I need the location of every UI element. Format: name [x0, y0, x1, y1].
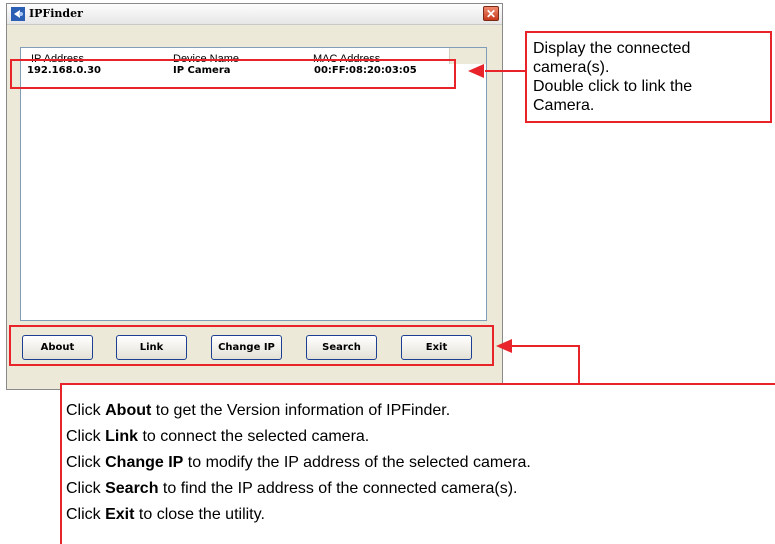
buttons-arrow-vertical	[578, 345, 580, 385]
buttons-callout-line-1: Click About to get the Version informati…	[66, 402, 451, 419]
buttons-arrow-head-icon	[496, 339, 512, 353]
list-row-highlight	[10, 59, 456, 89]
list-callout-line-4: Camera.	[533, 97, 595, 114]
close-button[interactable]: ✕	[483, 6, 499, 21]
list-callout: Display the connected camera(s). Double …	[525, 31, 772, 123]
list-arrow-line	[485, 70, 525, 72]
buttons-callout-line-2: Click Link to connect the selected camer…	[66, 428, 370, 445]
app-icon	[11, 7, 25, 21]
buttons-callout-line-3: Click Change IP to modify the IP address…	[66, 454, 531, 471]
list-callout-line-1: Display the connected	[533, 40, 691, 57]
list-callout-line-2: camera(s).	[533, 59, 610, 76]
close-icon: ✕	[485, 7, 497, 21]
list-callout-line-3: Double click to link the	[533, 78, 693, 95]
window-title: IPFinder	[29, 7, 83, 20]
buttons-arrow-horizontal	[512, 345, 580, 347]
title-bar[interactable]: IPFinder ✕	[7, 4, 502, 25]
buttons-callout-line-4: Click Search to find the IP address of t…	[66, 480, 518, 497]
list-arrow-head-icon	[468, 64, 484, 78]
buttons-highlight	[9, 325, 494, 366]
buttons-callout-line-5: Click Exit to close the utility.	[66, 506, 265, 523]
buttons-callout: Click About to get the Version informati…	[60, 383, 775, 544]
